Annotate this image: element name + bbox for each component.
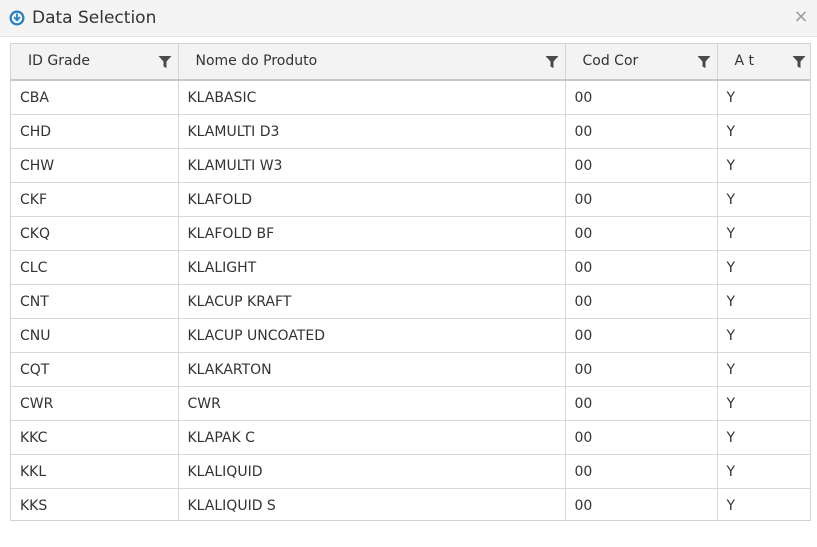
- cell-id-grade: CNT: [11, 284, 179, 319]
- table-row[interactable]: CWR CWR 00 Y: [11, 386, 810, 421]
- cell-cod-cor: 00: [565, 488, 718, 520]
- cell-id-grade: KKC: [11, 420, 179, 455]
- close-button[interactable]: ×: [793, 8, 809, 26]
- table-row[interactable]: CQT KLAKARTON 00 Y: [11, 352, 810, 387]
- cell-id-grade: CHW: [11, 148, 179, 183]
- cell-id-grade: CBA: [11, 80, 179, 115]
- table-row[interactable]: CLC KLALIGHT 00 Y: [11, 250, 810, 285]
- cell-id-grade: CLC: [11, 250, 179, 285]
- cell-id-grade: KKS: [11, 488, 179, 520]
- cell-id-grade: CKF: [11, 182, 179, 217]
- cell-at: Y: [717, 352, 810, 387]
- cell-cod-cor: 00: [565, 420, 718, 455]
- column-header-label: ID Grade: [28, 53, 91, 69]
- cell-cod-cor: 00: [565, 386, 718, 421]
- table-row[interactable]: CNT KLACUP KRAFT 00 Y: [11, 284, 810, 319]
- cell-at: Y: [717, 318, 810, 353]
- cell-nome-do-produto: KLALIGHT: [178, 250, 566, 285]
- grid-body: CBA KLABASIC 00 Y CHD KLAMULTI D3 00 Y CHW KLAMUL…: [11, 80, 810, 520]
- dialog-title: Data Selection: [32, 8, 157, 28]
- filter-icon[interactable]: [697, 55, 711, 69]
- table-row[interactable]: CKF KLAFOLD 00 Y: [11, 182, 810, 217]
- table-row[interactable]: KKC KLAPAK C 00 Y: [11, 420, 810, 455]
- cell-at: Y: [717, 80, 810, 115]
- cell-nome-do-produto: KLALIQUID: [178, 454, 566, 489]
- cell-cod-cor: 00: [565, 182, 718, 217]
- table-row[interactable]: CBA KLABASIC 00 Y: [11, 80, 810, 115]
- column-header-nome-do-produto[interactable]: Nome do Produto: [178, 43, 566, 81]
- cell-at: Y: [717, 182, 810, 217]
- data-table: ID Grade Nome do Produto Cod Cor A t CBA KLA…: [11, 43, 810, 520]
- filter-icon[interactable]: [158, 55, 172, 69]
- column-header-cod-cor[interactable]: Cod Cor: [565, 43, 718, 81]
- cell-cod-cor: 00: [565, 114, 718, 149]
- cell-at: Y: [717, 284, 810, 319]
- cell-nome-do-produto: KLAMULTI W3: [178, 148, 566, 183]
- column-header-label: A t: [734, 53, 755, 69]
- table-row[interactable]: KKL KLALIQUID 00 Y: [11, 454, 810, 489]
- column-header-label: Cod Cor: [582, 53, 639, 69]
- cell-cod-cor: 00: [565, 454, 718, 489]
- cell-nome-do-produto: CWR: [178, 386, 566, 421]
- cell-id-grade: CNU: [11, 318, 179, 353]
- cell-at: Y: [717, 250, 810, 285]
- cell-at: Y: [717, 216, 810, 251]
- table-row[interactable]: CHW KLAMULTI W3 00 Y: [11, 148, 810, 183]
- data-grid: ID Grade Nome do Produto Cod Cor A t CBA KLA…: [10, 43, 811, 521]
- cell-id-grade: CQT: [11, 352, 179, 387]
- data-selection-dialog: Data Selection × ID Grade Nome do Produto…: [0, 0, 817, 547]
- table-row[interactable]: CKQ KLAFOLD BF 00 Y: [11, 216, 810, 251]
- cell-at: Y: [717, 148, 810, 183]
- cell-cod-cor: 00: [565, 352, 718, 387]
- download-circle-icon: [9, 10, 25, 26]
- cell-cod-cor: 00: [565, 148, 718, 183]
- cell-cod-cor: 00: [565, 318, 718, 353]
- table-row[interactable]: CNU KLACUP UNCOATED 00 Y: [11, 318, 810, 353]
- cell-nome-do-produto: KLACUP KRAFT: [178, 284, 566, 319]
- cell-id-grade: CWR: [11, 386, 179, 421]
- dialog-titlebar: Data Selection ×: [0, 0, 817, 37]
- cell-id-grade: KKL: [11, 454, 179, 489]
- column-header-at[interactable]: A t: [717, 43, 810, 81]
- cell-at: Y: [717, 454, 810, 489]
- cell-nome-do-produto: KLAPAK C: [178, 420, 566, 455]
- cell-nome-do-produto: KLAFOLD BF: [178, 216, 566, 251]
- cell-nome-do-produto: KLAFOLD: [178, 182, 566, 217]
- cell-at: Y: [726, 497, 736, 514]
- cell-nome-do-produto: KLAKARTON: [178, 352, 566, 387]
- cell-id-grade: CKQ: [11, 216, 179, 251]
- cell-nome-do-produto: KLABASIC: [178, 80, 566, 115]
- header-row: ID Grade Nome do Produto Cod Cor A t: [11, 43, 810, 81]
- column-header-label: Nome do Produto: [195, 53, 318, 69]
- cell-id-grade: CHD: [11, 114, 179, 149]
- filter-icon[interactable]: [792, 55, 806, 69]
- cell-at: Y: [717, 386, 810, 421]
- cell-cod-cor: 00: [565, 250, 718, 285]
- cell-at: Y: [717, 420, 810, 455]
- cell-nome-do-produto: KLAMULTI D3: [178, 114, 566, 149]
- cell-nome-do-produto: KLACUP UNCOATED: [178, 318, 566, 353]
- cell-cod-cor: 00: [565, 284, 718, 319]
- grid-header: ID Grade Nome do Produto Cod Cor A t: [11, 43, 810, 81]
- filter-icon[interactable]: [545, 55, 559, 69]
- cell-at: Y: [717, 114, 810, 149]
- cell-cod-cor: 00: [565, 216, 718, 251]
- cell-nome-do-produto: KLALIQUID S: [178, 488, 566, 520]
- column-header-id-grade[interactable]: ID Grade: [11, 43, 179, 81]
- cell-cod-cor: 00: [565, 80, 718, 115]
- table-row[interactable]: CHD KLAMULTI D3 00 Y: [11, 114, 810, 149]
- table-row[interactable]: KKS KLALIQUID S 00 Y: [11, 488, 810, 520]
